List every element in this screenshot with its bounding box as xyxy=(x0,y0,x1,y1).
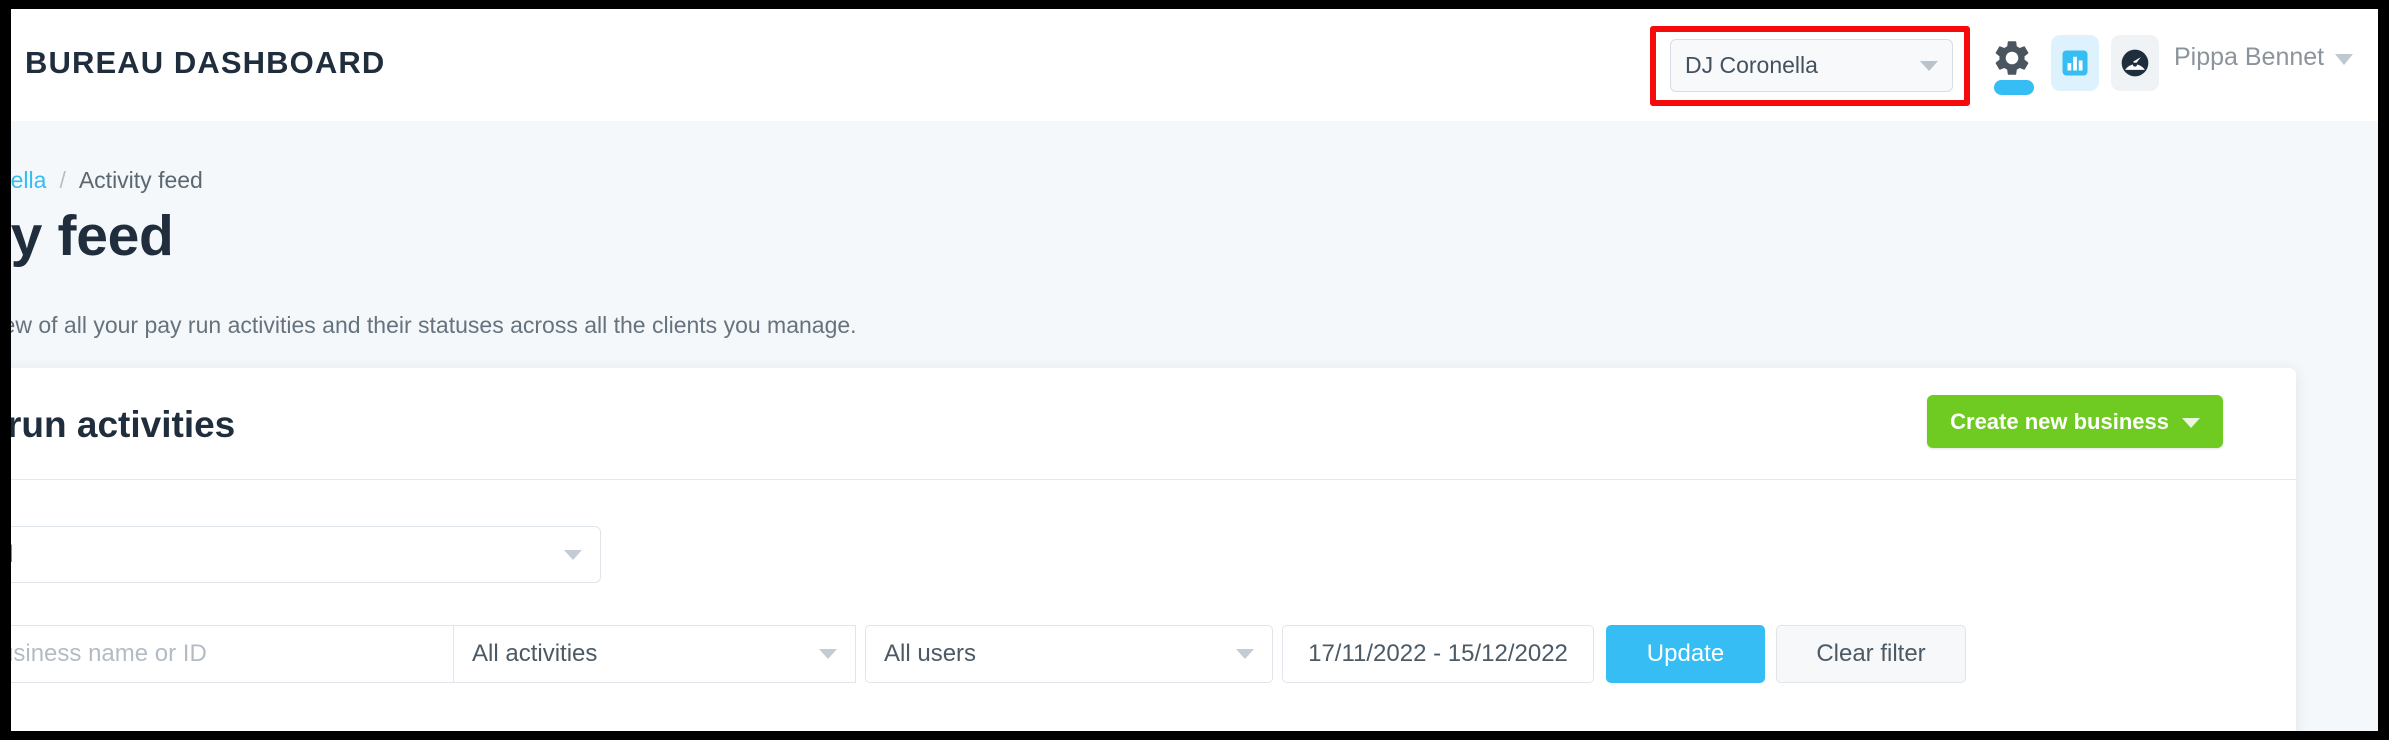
users-filter-select[interactable]: All users xyxy=(865,625,1273,683)
business-search-placeholder: by Business name or ID xyxy=(0,640,207,667)
settings-indicator-pill xyxy=(1994,80,2034,95)
reports-button[interactable] xyxy=(2051,35,2099,91)
page-body: Coronella / Activity feed vity feed verv… xyxy=(11,121,2378,731)
gear-icon xyxy=(1995,41,2029,75)
user-menu[interactable]: Pippa Bennet xyxy=(2174,43,2354,72)
chevron-down-icon xyxy=(564,549,582,560)
pay-run-activities-card: run activities Create new business brand… xyxy=(0,368,2296,731)
clear-filter-button[interactable]: Clear filter xyxy=(1776,625,1966,683)
create-new-business-button[interactable]: Create new business xyxy=(1927,395,2223,448)
brand-filter-select[interactable]: brand xyxy=(0,526,601,583)
date-range-input[interactable]: 17/11/2022 - 15/12/2022 xyxy=(1282,625,1594,683)
date-range-value: 17/11/2022 - 15/12/2022 xyxy=(1308,640,1568,667)
chevron-down-icon xyxy=(1236,649,1254,659)
create-new-business-label: Create new business xyxy=(1950,408,2169,434)
filter-row: by Business name or ID All activities Al… xyxy=(0,625,1966,683)
client-select[interactable]: DJ Coronella xyxy=(1670,39,1953,92)
chevron-down-icon xyxy=(1920,60,1938,71)
bar-chart-icon xyxy=(2062,50,2088,76)
chevron-down-icon xyxy=(2335,54,2354,65)
settings-button[interactable] xyxy=(1989,37,2045,97)
page-subtitle: verview of all your pay run activities a… xyxy=(0,312,857,338)
card-title: run activities xyxy=(7,404,236,445)
chevron-down-icon xyxy=(819,649,837,659)
breadcrumb-separator: / xyxy=(59,167,66,193)
screenshot-frame: BUREAU DASHBOARD DJ Coronella Pippa Benn… xyxy=(0,0,2389,740)
performance-button[interactable] xyxy=(2111,35,2159,91)
client-select-value: DJ Coronella xyxy=(1685,52,1818,78)
activities-filter-select[interactable]: All activities xyxy=(453,625,856,683)
breadcrumb-current: Activity feed xyxy=(78,167,203,193)
page-title: vity feed xyxy=(10,204,174,268)
breadcrumb-parent-link[interactable]: Coronella xyxy=(11,167,46,194)
app-brand-title: BUREAU DASHBOARD xyxy=(25,45,386,80)
user-name-label: Pippa Bennet xyxy=(2174,43,2325,71)
activities-filter-value: All activities xyxy=(472,640,598,667)
users-filter-value: All users xyxy=(884,640,977,667)
card-header: run activities Create new business xyxy=(7,368,2296,480)
brand-filter-value: brand xyxy=(0,540,14,568)
chevron-down-icon xyxy=(2182,418,2200,428)
business-search-input[interactable]: by Business name or ID xyxy=(0,625,453,683)
app-header: BUREAU DASHBOARD DJ Coronella Pippa Benn… xyxy=(11,9,2378,121)
speedometer-icon xyxy=(2121,49,2149,77)
breadcrumb: Coronella / Activity feed xyxy=(11,167,203,194)
update-button[interactable]: Update xyxy=(1606,625,1765,683)
